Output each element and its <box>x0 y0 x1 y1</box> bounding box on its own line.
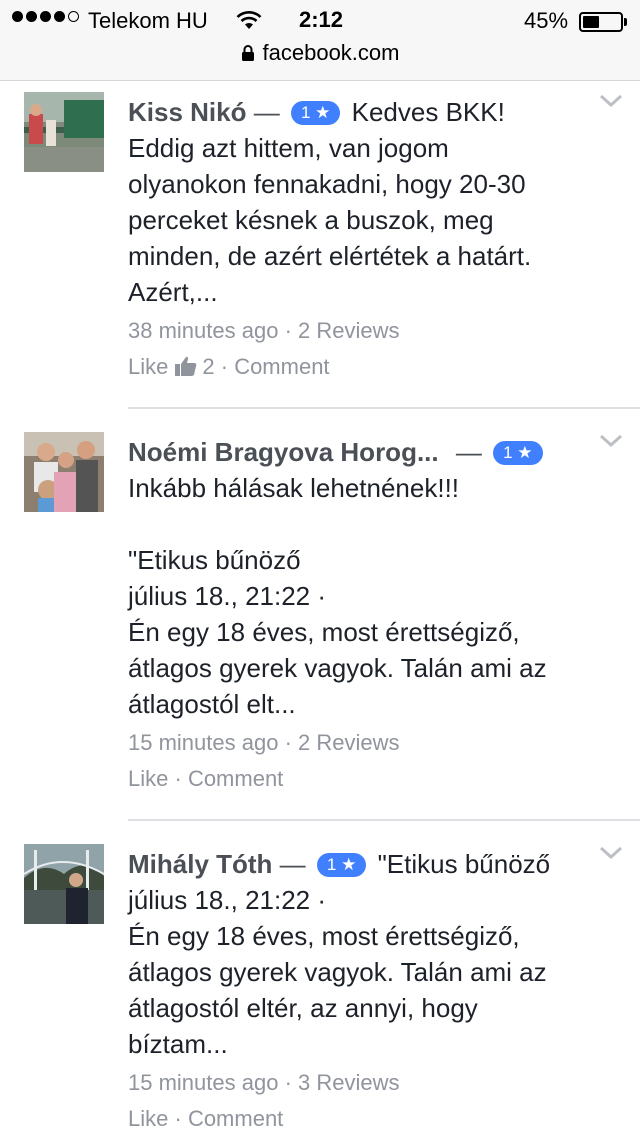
reviewer-name[interactable]: Mihály Tóth <box>128 849 272 879</box>
review-meta: 38 minutes ago · 2 Reviews <box>128 318 400 344</box>
review-body: Noémi Bragyova Horog... — 1 ★ Inkább hál… <box>128 434 598 722</box>
meta-dot: · <box>284 318 292 343</box>
battery-percent: 45% <box>524 8 569 33</box>
battery-icon <box>579 12 623 32</box>
review-meta: 15 minutes ago · 2 Reviews <box>128 730 400 756</box>
thumbs-up-icon <box>175 356 197 376</box>
like-button[interactable]: Like <box>128 354 168 379</box>
timestamp[interactable]: 15 minutes ago <box>128 1070 278 1095</box>
separator-dash: — <box>455 437 482 467</box>
browser-top-bar: Telekom HU 2:12 45% facebook.com <box>0 0 640 81</box>
meta-dot: · <box>174 1106 182 1131</box>
avatar[interactable] <box>24 844 104 924</box>
meta-dot: · <box>174 766 182 791</box>
reviews-count-link[interactable]: 3 Reviews <box>298 1070 399 1095</box>
signal-strength-icon <box>12 11 79 22</box>
review-body: Mihály Tóth — 1 ★ "Etikus bűnöző július … <box>128 846 598 1062</box>
rating-badge: 1 ★ <box>316 853 367 877</box>
review-actions: Like 2 · Comment <box>128 354 330 380</box>
battery-nub <box>624 18 627 26</box>
meta-dot: · <box>284 730 292 755</box>
reviews-count-link[interactable]: 2 Reviews <box>298 730 399 755</box>
comment-button[interactable]: Comment <box>234 354 329 379</box>
rating-badge: 1 ★ <box>493 441 543 465</box>
review-actions: Like · Comment <box>128 1106 283 1132</box>
like-button[interactable]: Like <box>128 1106 168 1131</box>
review-text[interactable]: Kedves BKK! Eddig azt hittem, van jogom … <box>128 97 531 307</box>
clock: 2:12 <box>299 7 344 32</box>
carrier-name: Telekom HU <box>88 8 208 33</box>
avatar[interactable] <box>24 432 104 512</box>
reviewer-name[interactable]: Kiss Nikó <box>128 97 247 127</box>
divider <box>128 819 640 821</box>
review-meta: 15 minutes ago · 3 Reviews <box>128 1070 400 1096</box>
like-button[interactable]: Like <box>128 766 168 791</box>
comment-button[interactable]: Comment <box>188 766 283 791</box>
separator-dash: — <box>253 97 280 127</box>
divider <box>128 407 640 409</box>
like-count: 2 <box>202 354 215 379</box>
wifi-icon <box>236 11 262 29</box>
meta-dot: · <box>284 1070 292 1095</box>
chevron-down-icon[interactable] <box>598 432 624 450</box>
status-bar: Telekom HU 2:12 45% <box>0 6 640 38</box>
review-text[interactable]: Inkább hálásak lehetnének!!! "Etikus bűn… <box>128 473 547 719</box>
comment-button[interactable]: Comment <box>188 1106 283 1131</box>
meta-dot: · <box>220 354 229 379</box>
separator-dash: — <box>279 849 306 879</box>
review-actions: Like · Comment <box>128 766 283 792</box>
rating-badge: 1 ★ <box>290 101 341 125</box>
address-bar[interactable]: facebook.com <box>0 40 640 70</box>
lock-icon <box>241 45 254 61</box>
review-text[interactable]: "Etikus bűnöző július 18., 21:22 · Én eg… <box>128 849 550 1059</box>
review-body: Kiss Nikó — 1 ★ Kedves BKK! Eddig azt hi… <box>128 94 598 310</box>
chevron-down-icon[interactable] <box>598 844 624 862</box>
chevron-down-icon[interactable] <box>598 92 624 110</box>
timestamp[interactable]: 38 minutes ago <box>128 318 278 343</box>
reviews-count-link[interactable]: 2 Reviews <box>298 318 399 343</box>
url-text: facebook.com <box>262 40 400 65</box>
reviewer-name[interactable]: Noémi Bragyova Horog... <box>128 437 439 467</box>
avatar[interactable] <box>24 92 104 172</box>
timestamp[interactable]: 15 minutes ago <box>128 730 278 755</box>
